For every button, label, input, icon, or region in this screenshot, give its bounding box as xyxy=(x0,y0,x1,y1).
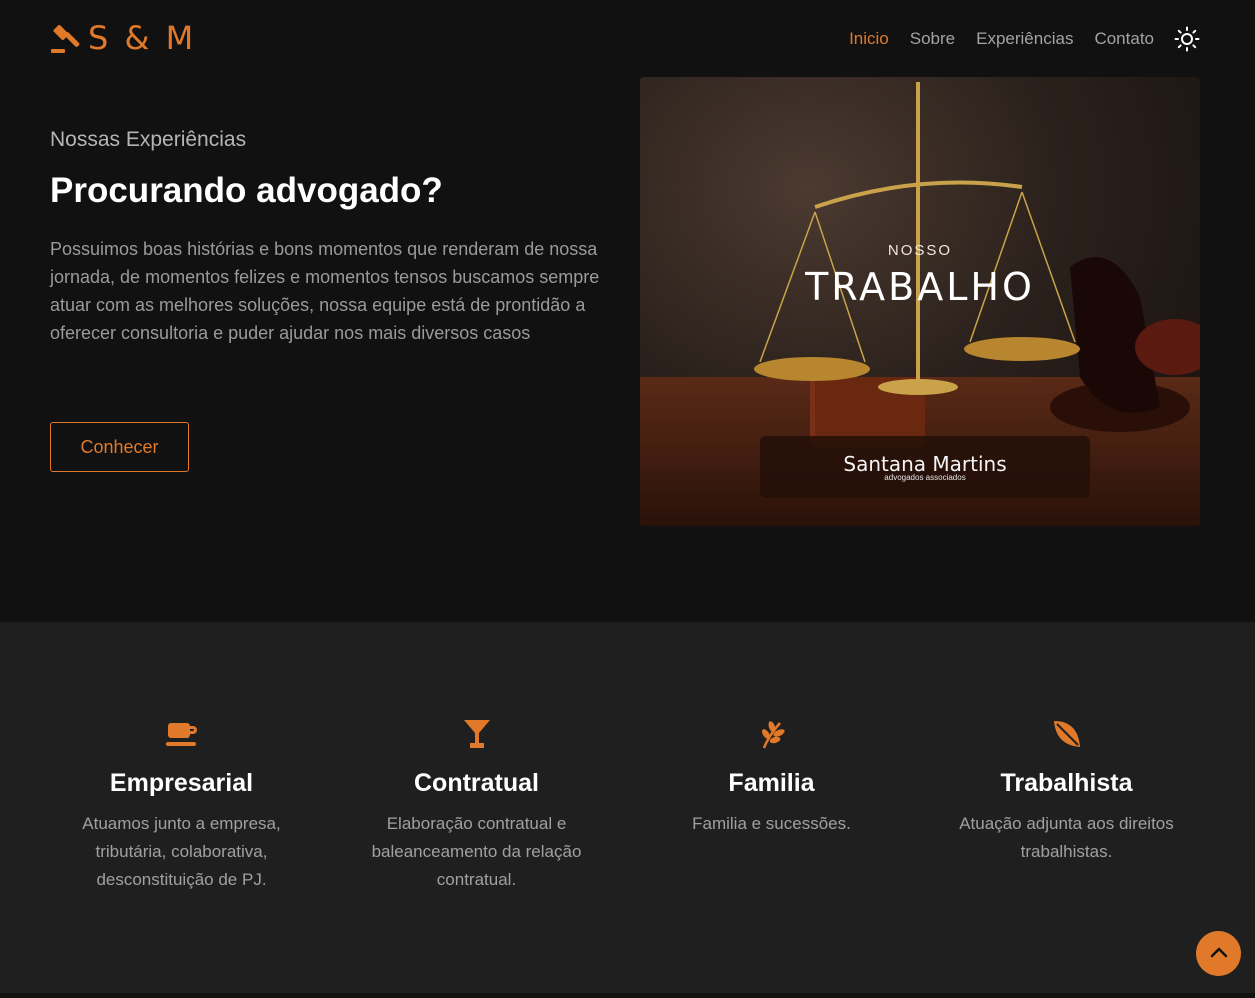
conhecer-button[interactable]: Conhecer xyxy=(50,422,189,472)
image-subtitle: NOSSO xyxy=(887,242,953,259)
hero-text: Possuimos boas histórias e bons momentos… xyxy=(50,239,600,343)
image-title: TRABALHO xyxy=(805,265,1035,309)
service-title: Empresarial xyxy=(109,769,254,797)
brand-overlay: Santana Martins advogados associados xyxy=(760,436,1090,498)
cocktail-glass-icon xyxy=(349,718,604,750)
seedling-icon xyxy=(644,718,899,750)
nav-link-contato[interactable]: Contato xyxy=(1094,26,1154,52)
service-title: Trabalhista xyxy=(1000,769,1133,797)
site-header: S & M Inicio Sobre Experiências Contato xyxy=(0,0,1255,78)
brand-tagline: advogados associados xyxy=(884,473,966,482)
hero-eyebrow: Nossas Experiências xyxy=(50,128,247,151)
service-title: Contratual xyxy=(414,769,539,797)
logo-text: S & M xyxy=(88,19,197,57)
page-footer-edge xyxy=(0,993,1255,998)
service-trabalhista: Trabalhista Atuação adjunta aos direitos… xyxy=(939,718,1194,866)
sun-icon[interactable] xyxy=(1174,26,1200,52)
nav-link-inicio[interactable]: Inicio xyxy=(849,26,889,52)
nav-link-experiencias[interactable]: Experiências xyxy=(976,26,1073,52)
main-nav: Inicio Sobre Experiências Contato xyxy=(828,26,1200,52)
service-title: Familia xyxy=(728,769,815,797)
hero-title: Procurando advogado? xyxy=(50,171,443,210)
service-empresarial: Empresarial Atuamos junto a empresa, tri… xyxy=(54,718,309,894)
service-contratual: Contratual Elaboração contratual e balea… xyxy=(349,718,604,894)
nav-link-sobre[interactable]: Sobre xyxy=(910,26,955,52)
coffee-cup-icon xyxy=(54,718,309,750)
chevron-up-icon xyxy=(1210,945,1228,963)
scroll-to-top-button[interactable] xyxy=(1196,931,1241,976)
leaf-icon xyxy=(939,718,1194,750)
service-familia: Familia Familia e sucessões. xyxy=(644,718,899,838)
logo[interactable]: S & M xyxy=(50,20,196,56)
service-text: Familia e sucessões. xyxy=(692,814,851,833)
services-section: Empresarial Atuamos junto a empresa, tri… xyxy=(0,622,1255,993)
service-text: Atuação adjunta aos direitos trabalhista… xyxy=(959,814,1174,861)
hero-image: NOSSO TRABALHO Santana Martins advogados… xyxy=(640,77,1200,526)
service-text: Atuamos junto a empresa, tributária, col… xyxy=(82,814,281,889)
gavel-icon xyxy=(50,22,82,54)
service-text: Elaboração contratual e baleanceamento d… xyxy=(371,814,582,889)
